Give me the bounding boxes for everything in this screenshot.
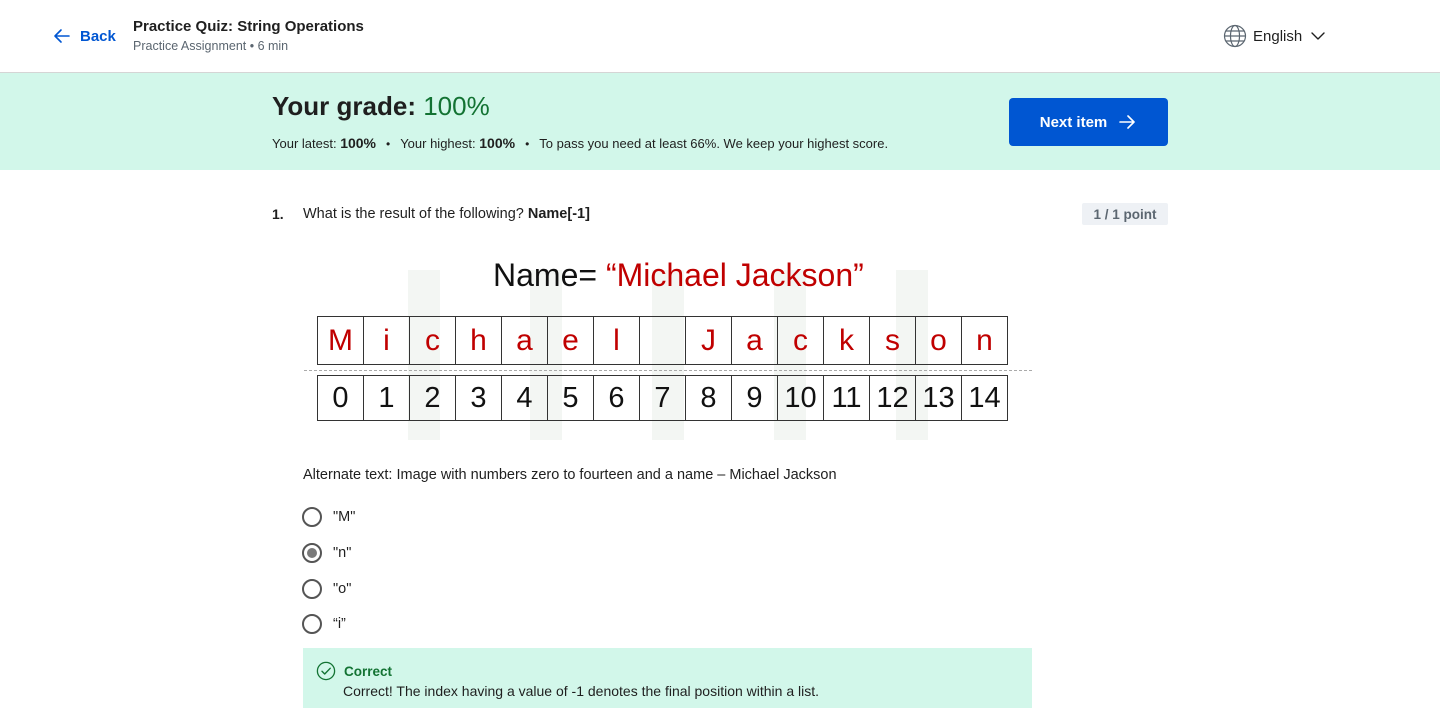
index-cell: 9: [732, 376, 778, 421]
char-cell: a: [502, 317, 548, 365]
latest-label: Your latest:: [272, 136, 337, 151]
figure-divider: [304, 370, 1032, 371]
radio-button[interactable]: [302, 543, 322, 563]
option-label: “i”: [333, 616, 346, 632]
radio-button[interactable]: [302, 579, 322, 599]
index-cell: 3: [456, 376, 502, 421]
chevron-down-icon: [1311, 32, 1325, 40]
index-cell: 14: [962, 376, 1008, 421]
question-number: 1.: [272, 206, 284, 222]
check-circle-icon: [316, 661, 336, 681]
points-badge: 1 / 1 point: [1082, 203, 1168, 225]
question-text: What is the result of the following? Nam…: [303, 206, 590, 222]
feedback-status: Correct: [344, 663, 393, 679]
figure-alt-text: Alternate text: Image with numbers zero …: [303, 467, 837, 483]
arrow-left-icon: [54, 29, 70, 43]
question-code: Name[-1]: [527, 206, 590, 222]
latest-value: 100%: [340, 135, 376, 151]
char-cell: c: [410, 317, 456, 365]
answer-option[interactable]: “i”: [302, 613, 346, 635]
index-cell: 11: [824, 376, 870, 421]
next-item-button[interactable]: Next item: [1009, 98, 1168, 146]
figure-label: Name=: [493, 257, 598, 293]
answer-option[interactable]: "M": [302, 506, 355, 528]
figure-value: “Michael Jackson”: [605, 257, 864, 293]
index-cell: 8: [686, 376, 732, 421]
index-cell: 2: [410, 376, 456, 421]
radio-button[interactable]: [302, 507, 322, 527]
option-label: "n": [333, 545, 352, 561]
char-cell: k: [824, 317, 870, 365]
index-cell: 12: [870, 376, 916, 421]
index-cell: 5: [548, 376, 594, 421]
feedback-panel: Correct Correct! The index having a valu…: [303, 648, 1032, 708]
index-row: 0 1 2 3 4 5 6 7 8 9 10 11 12 13 14: [317, 375, 1008, 421]
index-cell: 1: [364, 376, 410, 421]
back-button[interactable]: Back: [52, 24, 116, 48]
globe-icon: [1223, 24, 1247, 48]
arrow-right-icon: [1119, 115, 1136, 129]
char-cell: M: [318, 317, 364, 365]
highest-label: Your highest:: [400, 136, 476, 151]
index-cell: 4: [502, 376, 548, 421]
title-block: Practice Quiz: String Operations Practic…: [133, 17, 364, 55]
answer-option[interactable]: "n": [302, 542, 351, 564]
top-header: Back Practice Quiz: String Operations Pr…: [0, 0, 1440, 73]
char-cell: [640, 317, 686, 365]
character-row: Michael Jackson: [317, 316, 1008, 365]
language-label: English: [1253, 27, 1303, 45]
option-label: "o": [333, 581, 352, 597]
separator-dot: •: [525, 137, 530, 151]
grade-banner: Your grade: 100% Your latest: 100% • You…: [0, 73, 1440, 170]
grade-value: 100%: [423, 91, 490, 121]
char-cell: J: [686, 317, 732, 365]
char-cell: i: [364, 317, 410, 365]
char-cell: l: [594, 317, 640, 365]
pass-note: To pass you need at least 66%. We keep y…: [539, 136, 889, 151]
highest-value: 100%: [479, 135, 516, 151]
char-cell: c: [778, 317, 824, 365]
char-cell: a: [732, 317, 778, 365]
next-item-label: Next item: [1039, 113, 1108, 131]
question-prompt: What is the result of the following?: [303, 206, 524, 222]
question-figure: Name= “Michael Jackson” Michael Jackson …: [300, 245, 1040, 445]
char-cell: o: [916, 317, 962, 365]
option-label: "M": [333, 509, 356, 525]
radio-button[interactable]: [302, 614, 322, 634]
index-cell: 13: [916, 376, 962, 421]
char-cell: e: [548, 317, 594, 365]
grade-heading: Your grade: 100%: [272, 91, 490, 122]
back-label: Back: [80, 27, 116, 45]
grade-label: Your grade:: [272, 91, 416, 121]
page-title: Practice Quiz: String Operations: [133, 18, 364, 35]
char-cell: s: [870, 317, 916, 365]
figure-title: Name= “Michael Jackson”: [493, 257, 864, 294]
index-cell: 6: [594, 376, 640, 421]
char-cell: h: [456, 317, 502, 365]
page-subtitle: Practice Assignment • 6 min: [133, 39, 289, 53]
feedback-header: Correct: [316, 661, 392, 681]
index-cell: 10: [778, 376, 824, 421]
latest-score: Your latest: 100%: [272, 135, 376, 151]
feedback-message: Correct! The index having a value of -1 …: [343, 683, 820, 699]
grade-meta: Your latest: 100% • Your highest: 100% •…: [272, 135, 888, 151]
separator-dot: •: [386, 137, 391, 151]
index-cell: 0: [318, 376, 364, 421]
answer-option[interactable]: "o": [302, 578, 351, 600]
language-selector[interactable]: English: [1223, 23, 1326, 49]
index-cell: 7: [640, 376, 686, 421]
char-cell: n: [962, 317, 1008, 365]
highest-score: Your highest: 100%: [400, 135, 515, 151]
